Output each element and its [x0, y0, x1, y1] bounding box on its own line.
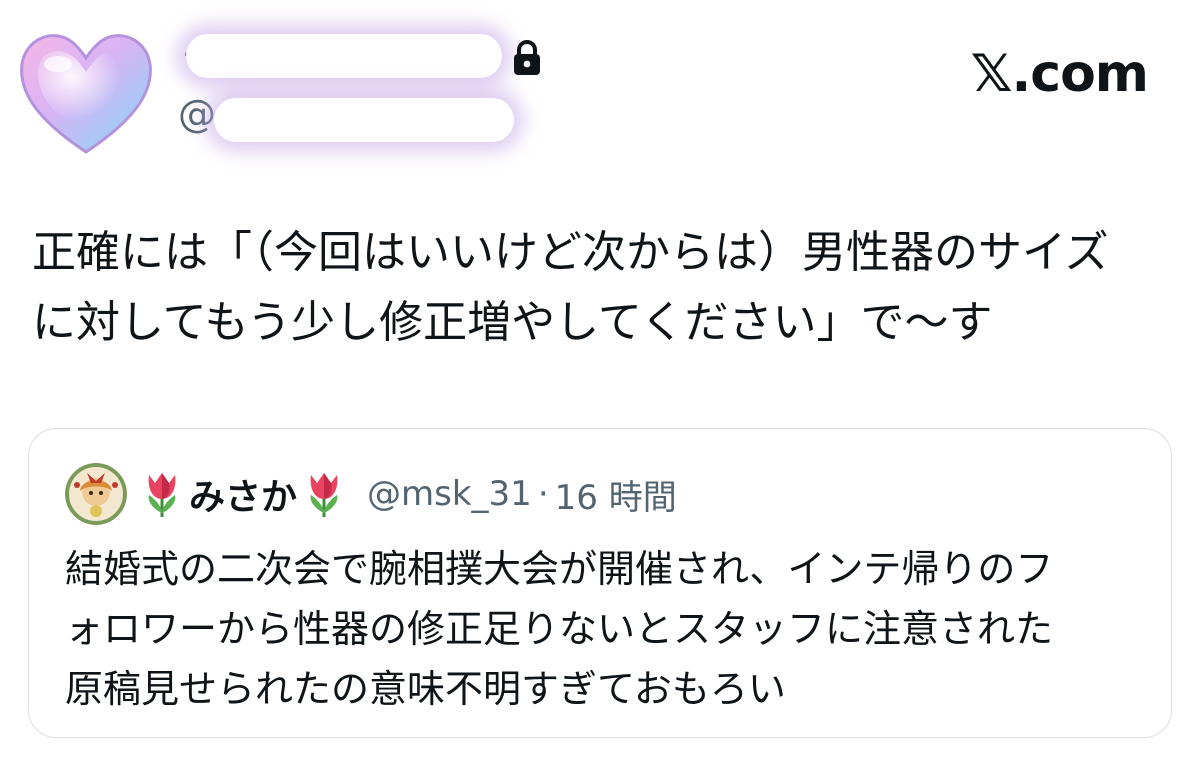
brand-logo: 𝕏.com [970, 44, 1149, 104]
quoted-tweet-header: みさか @msk_31 · 16 時間 [65, 463, 677, 525]
tweet-text: 正確には「（今回はいいけど次からは）男性器のサイズ に対してもう少し修正増やして… [32, 227, 1109, 348]
quoted-handle[interactable]: @msk_31 [367, 474, 532, 514]
quoted-tweet-card[interactable]: みさか @msk_31 · 16 時間 結婚式の二次会で腕相撲大会が開催され、イ… [28, 428, 1172, 738]
name-redaction [186, 34, 502, 78]
tulip-icon [141, 469, 183, 519]
quoted-tweet-text: 結婚式の二次会で腕相撲大会が開催され、インテ帰りのフ ォロワーから性器の修正足り… [65, 547, 1054, 711]
tweet-header: . . @ 𝕏.com [0, 0, 1200, 170]
lock-icon [512, 39, 542, 76]
heart-avatar[interactable] [14, 24, 158, 160]
handle-redaction [214, 98, 514, 142]
meta-separator: · [537, 474, 549, 514]
quoted-display-name[interactable]: みさか [189, 468, 297, 520]
tulip-icon [303, 469, 345, 519]
quoted-timestamp[interactable]: 16 時間 [555, 470, 677, 519]
author-handle[interactable]: @ [178, 92, 216, 136]
user-avatar[interactable] [65, 463, 127, 525]
